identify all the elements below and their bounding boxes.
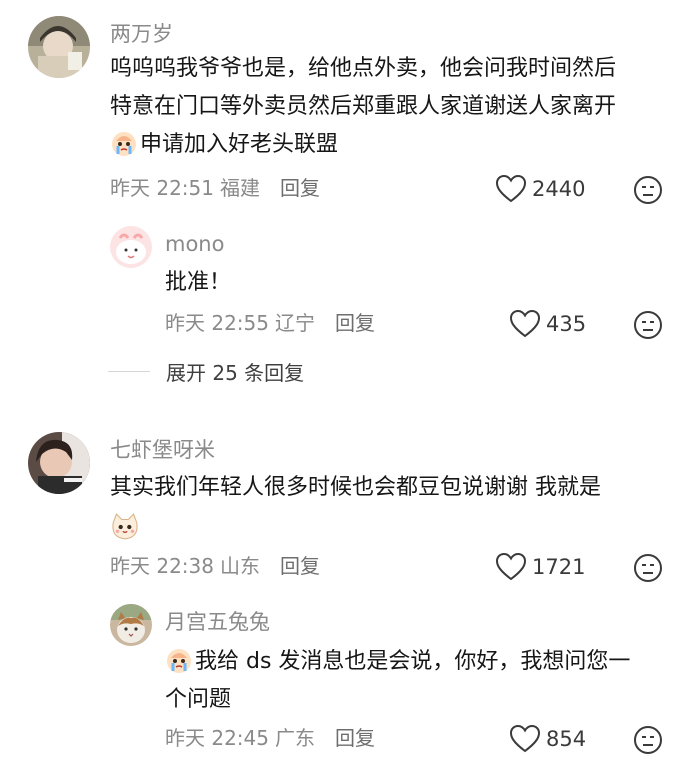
comment-text: 呜呜呜我爷爷也是，给他点外卖，他会问我时间然后 特意在门口等外卖员然后郑重跟人家… xyxy=(110,50,616,164)
crying-emoji-icon xyxy=(165,646,193,674)
comment-line-text: 我给 ds 发消息也是会说，你好，我想问您一 xyxy=(195,649,631,674)
like-button[interactable]: 2440 xyxy=(496,175,585,203)
comment-time: 昨天 22:51 xyxy=(110,176,214,200)
comment-line: 个问题 xyxy=(165,687,232,712)
reply-text: 我给 ds 发消息也是会说，你好，我想问您一 个问题 xyxy=(165,643,630,719)
comment-line: 申请加入好老头联盟 xyxy=(110,126,616,164)
heart-icon xyxy=(510,310,540,338)
heart-icon xyxy=(496,175,526,203)
dislike-face-icon[interactable] xyxy=(633,553,663,583)
like-button[interactable]: 854 xyxy=(510,725,586,753)
comment-location: 辽宁 xyxy=(275,311,315,335)
reply-button[interactable]: 回复 xyxy=(280,554,320,578)
comment-line: 呜呜呜我爷爷也是，给他点外卖，他会问我时间然后 xyxy=(110,56,617,81)
comment-line: 其实我们年轻人很多时候也会都豆包说谢谢 我就是 xyxy=(110,475,601,500)
cat-emoji-icon xyxy=(110,512,140,542)
comment-location: 山东 xyxy=(220,554,260,578)
like-button[interactable]: 435 xyxy=(510,310,586,338)
comment-location: 广东 xyxy=(275,726,315,750)
comment-line-text: 申请加入好老头联盟 xyxy=(140,132,339,157)
crying-emoji-icon xyxy=(110,129,138,157)
comment-location: 福建 xyxy=(220,176,260,200)
dislike-face-icon[interactable] xyxy=(633,725,663,755)
reply-button[interactable]: 回复 xyxy=(335,726,375,750)
username[interactable]: 月宫五兔兔 xyxy=(165,612,270,633)
heart-icon xyxy=(510,725,540,753)
comment-time: 昨天 22:38 xyxy=(110,554,214,578)
like-count: 435 xyxy=(546,311,587,336)
comment-time: 昨天 22:45 xyxy=(165,726,269,750)
comment-meta: 昨天 22:55 辽宁 回复 xyxy=(165,313,381,333)
reply-text: 批准！ xyxy=(165,264,231,302)
comment-line: 特意在门口等外卖员然后郑重跟人家道谢送人家离开 xyxy=(110,94,617,119)
comment-time: 昨天 22:55 xyxy=(165,311,269,335)
like-count: 854 xyxy=(546,726,587,751)
comment-meta: 昨天 22:45 广东 回复 xyxy=(165,728,381,748)
expand-replies-button[interactable]: 展开 25 条回复 xyxy=(108,357,304,386)
divider xyxy=(108,371,150,372)
expand-replies-label[interactable]: 展开 25 条回复 xyxy=(166,357,304,386)
comment-line: 批准！ xyxy=(165,270,232,295)
like-button[interactable]: 1721 xyxy=(496,553,585,581)
username[interactable]: 七虾堡呀米 xyxy=(110,440,215,461)
dislike-face-icon[interactable] xyxy=(633,175,663,205)
heart-icon xyxy=(496,553,526,581)
comment-meta: 昨天 22:38 山东 回复 xyxy=(110,556,326,576)
avatar[interactable] xyxy=(28,432,90,494)
comment-line xyxy=(110,511,601,549)
reply-button[interactable]: 回复 xyxy=(280,176,320,200)
reply-button[interactable]: 回复 xyxy=(335,311,375,335)
comment-text: 其实我们年轻人很多时候也会都豆包说谢谢 我就是 xyxy=(110,469,601,549)
avatar[interactable] xyxy=(110,604,152,646)
comment-meta: 昨天 22:51 福建 回复 xyxy=(110,178,326,198)
like-count: 1721 xyxy=(532,554,586,579)
comment-line: 我给 ds 发消息也是会说，你好，我想问您一 xyxy=(165,643,630,681)
avatar[interactable] xyxy=(110,226,152,268)
like-count: 2440 xyxy=(532,176,586,201)
dislike-face-icon[interactable] xyxy=(633,310,663,340)
username[interactable]: mono xyxy=(165,234,224,255)
avatar[interactable] xyxy=(28,16,90,78)
username[interactable]: 两万岁 xyxy=(110,24,173,45)
